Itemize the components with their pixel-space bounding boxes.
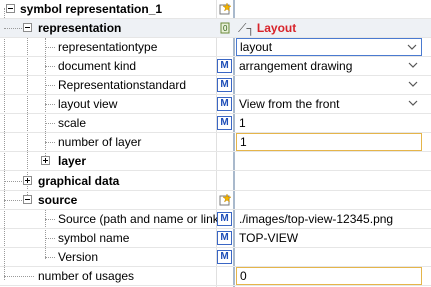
m-badge-icon[interactable]: M bbox=[217, 59, 232, 73]
m-badge-icon[interactable]: M bbox=[217, 212, 232, 226]
tree-line bbox=[45, 66, 55, 67]
root-label: symbol representation_1 bbox=[20, 2, 163, 16]
property-label: scale bbox=[58, 116, 87, 130]
chevron-down-icon[interactable] bbox=[408, 60, 418, 70]
representation-label: representation bbox=[38, 21, 122, 35]
layer-label: layer bbox=[58, 154, 87, 168]
tree-row-source[interactable]: source bbox=[0, 191, 431, 210]
input-value: TOP-VIEW bbox=[239, 231, 299, 245]
tree-line bbox=[45, 142, 55, 143]
input-value: 0 bbox=[240, 269, 247, 283]
tree-line bbox=[45, 85, 55, 86]
expand-icon[interactable] bbox=[23, 176, 32, 185]
input-value: 1 bbox=[239, 116, 246, 130]
scale-input[interactable]: 1 bbox=[236, 114, 422, 132]
tree-line bbox=[45, 104, 55, 105]
version-input[interactable] bbox=[236, 248, 422, 266]
chevron-down-icon[interactable] bbox=[408, 98, 418, 108]
property-row-symbol-name[interactable]: symbol name M TOP-VIEW bbox=[0, 229, 431, 248]
tree-line bbox=[45, 47, 55, 48]
symbol-name-input[interactable]: TOP-VIEW bbox=[236, 229, 422, 247]
source-path-input[interactable]: ./images/top-view-12345.png bbox=[236, 210, 422, 228]
property-label: Representationstandard bbox=[58, 78, 187, 92]
m-badge-icon[interactable]: M bbox=[217, 116, 232, 130]
m-badge-icon[interactable]: M bbox=[217, 231, 232, 245]
tree-line bbox=[4, 200, 22, 201]
link-icon: ⟋┐ bbox=[238, 21, 255, 35]
property-label: Source (path and name or link) bbox=[58, 212, 223, 226]
tree-row-graphical-data[interactable]: graphical data bbox=[0, 172, 431, 191]
property-label: Version bbox=[58, 250, 99, 264]
property-row-number-of-usages[interactable]: number of usages 0 bbox=[0, 267, 431, 286]
number-of-layer-input[interactable]: 1 bbox=[236, 133, 422, 151]
svg-text:0: 0 bbox=[223, 24, 228, 33]
number-of-usages-input[interactable]: 0 bbox=[236, 267, 422, 285]
m-badge-icon[interactable]: M bbox=[217, 78, 232, 92]
tree-line bbox=[45, 257, 55, 258]
tree-row-representation[interactable]: representation 0 ⟋┐ Layout bbox=[0, 19, 431, 38]
input-value: 1 bbox=[240, 135, 247, 149]
property-row-version[interactable]: Version M bbox=[0, 248, 431, 267]
document-kind-select[interactable]: arrangement drawing bbox=[236, 57, 422, 75]
collapse-icon[interactable] bbox=[23, 195, 32, 204]
new-item-icon[interactable] bbox=[218, 193, 232, 207]
property-label: document kind bbox=[58, 59, 137, 73]
collapse-icon[interactable] bbox=[23, 23, 32, 32]
select-value: View from the front bbox=[239, 97, 340, 111]
new-item-icon[interactable] bbox=[218, 2, 232, 16]
source-label: source bbox=[38, 193, 78, 207]
tree-line bbox=[4, 28, 22, 29]
graphical-data-label: graphical data bbox=[38, 174, 120, 188]
property-row-layout-view[interactable]: layout view M View from the front bbox=[0, 95, 431, 114]
tree-row-root[interactable]: symbol representation_1 bbox=[0, 0, 431, 19]
property-row-scale[interactable]: scale M 1 bbox=[0, 114, 431, 133]
layout-link[interactable]: ⟋┐ Layout bbox=[238, 20, 296, 37]
property-row-document-kind[interactable]: document kind M arrangement drawing bbox=[0, 57, 431, 76]
property-row-number-of-layer[interactable]: number of layer 1 bbox=[0, 133, 431, 152]
tree-row-layer[interactable]: layer bbox=[0, 152, 431, 171]
tree-line bbox=[45, 123, 55, 124]
input-value: ./images/top-view-12345.png bbox=[239, 212, 394, 226]
property-row-representationtype[interactable]: representationtype layout bbox=[0, 38, 431, 57]
chevron-down-icon[interactable] bbox=[408, 79, 418, 89]
property-label: representationtype bbox=[58, 40, 158, 54]
layout-view-select[interactable]: View from the front bbox=[236, 95, 422, 113]
representationtype-select[interactable]: layout bbox=[236, 38, 422, 56]
property-label: symbol name bbox=[58, 231, 130, 245]
tree-line bbox=[45, 238, 55, 239]
select-value: layout bbox=[240, 40, 273, 54]
representationstandard-select[interactable] bbox=[236, 76, 422, 94]
chevron-down-icon[interactable] bbox=[407, 42, 417, 52]
tree-line bbox=[4, 276, 34, 277]
layout-link-label: Layout bbox=[256, 21, 297, 35]
refresh-icon[interactable]: 0 bbox=[218, 21, 232, 35]
expand-icon[interactable] bbox=[41, 156, 50, 165]
property-label: layout view bbox=[58, 97, 118, 111]
select-value: arrangement drawing bbox=[239, 59, 353, 73]
m-badge-icon[interactable]: M bbox=[217, 97, 232, 111]
property-label: number of usages bbox=[38, 269, 135, 283]
collapse-icon[interactable] bbox=[6, 4, 15, 13]
property-row-source-path[interactable]: Source (path and name or link) M ./image… bbox=[0, 210, 431, 229]
tree-line bbox=[4, 181, 22, 182]
m-badge-icon[interactable]: M bbox=[217, 250, 232, 264]
property-label: number of layer bbox=[58, 135, 142, 149]
property-row-representationstandard[interactable]: Representationstandard M bbox=[0, 76, 431, 95]
property-tree: symbol representation_1 representation 0… bbox=[0, 0, 431, 287]
tree-line bbox=[45, 219, 55, 220]
